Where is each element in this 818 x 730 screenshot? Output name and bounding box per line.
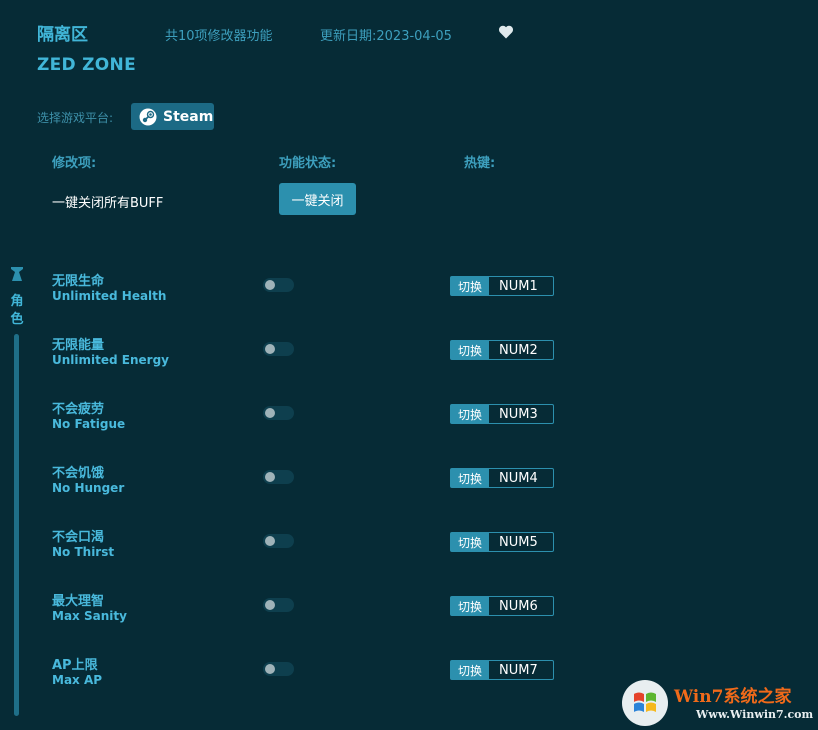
toggle-knob <box>265 600 275 610</box>
cheat-name-en: Max AP <box>52 673 103 687</box>
cheat-row: 不会饥饿 No Hunger 切换 NUM4 <box>0 462 818 502</box>
cheat-row: 最大理智 Max Sanity 切换 NUM6 <box>0 590 818 630</box>
cheat-toggle[interactable] <box>263 278 294 292</box>
cheat-row: 无限生命 Unlimited Health 切换 NUM1 <box>0 270 818 310</box>
cheat-name-en: No Thirst <box>52 545 115 559</box>
toggle-knob <box>265 280 275 290</box>
steam-button[interactable]: Steam <box>131 103 214 130</box>
toggle-knob <box>265 536 275 546</box>
hotkey-switch-button[interactable]: 切换 <box>451 661 489 679</box>
cheat-name-cn: 不会疲劳 <box>52 402 105 417</box>
hotkey-key: NUM3 <box>499 406 538 422</box>
column-header-status: 功能状态: <box>279 156 337 171</box>
cheat-name-cn: 不会口渴 <box>52 530 105 545</box>
hotkey-switch-button[interactable]: 切换 <box>451 341 489 359</box>
hotkey-switch-button[interactable]: 切换 <box>451 405 489 423</box>
cheat-name-cn: AP上限 <box>52 658 98 673</box>
feature-count: 共10项修改器功能 <box>165 29 273 44</box>
title-en: ZED ZONE <box>37 55 136 75</box>
cheat-name-en: No Hunger <box>52 481 125 495</box>
cheat-toggle[interactable] <box>263 534 294 548</box>
cheat-row: 不会口渴 No Thirst 切换 NUM5 <box>0 526 818 566</box>
cheat-name-en: Max Sanity <box>52 609 127 623</box>
toggle-knob <box>265 408 275 418</box>
steam-label: Steam <box>163 108 214 125</box>
toggle-knob <box>265 344 275 354</box>
cheat-name-cn: 最大理智 <box>52 594 105 609</box>
update-date: 更新日期:2023-04-05 <box>320 29 452 44</box>
hotkey-key: NUM2 <box>499 342 538 358</box>
cheat-name-cn: 无限生命 <box>52 274 105 289</box>
watermark-url: Www.Winwin7.com <box>696 708 814 721</box>
platform-label: 选择游戏平台: <box>37 111 114 125</box>
hotkey-box: 切换 NUM7 <box>450 660 554 680</box>
hotkey-key: NUM4 <box>499 470 538 486</box>
cheat-row: 不会疲劳 No Fatigue 切换 NUM3 <box>0 398 818 438</box>
hotkey-box: 切换 NUM3 <box>450 404 554 424</box>
toggle-knob <box>265 664 275 674</box>
steam-icon <box>139 108 157 125</box>
cheat-row: 无限能量 Unlimited Energy 切换 NUM2 <box>0 334 818 374</box>
cheat-toggle[interactable] <box>263 470 294 484</box>
hotkey-switch-button[interactable]: 切换 <box>451 469 489 487</box>
heart-icon[interactable] <box>498 24 514 40</box>
cheat-name-cn: 无限能量 <box>52 338 105 353</box>
title-cn: 隔离区 <box>37 25 88 45</box>
hotkey-key: NUM7 <box>499 662 538 678</box>
hotkey-box: 切换 NUM1 <box>450 276 554 296</box>
cheat-toggle[interactable] <box>263 342 294 356</box>
windows-logo-icon <box>622 680 668 726</box>
hotkey-box: 切换 NUM4 <box>450 468 554 488</box>
cheat-name-en: Unlimited Energy <box>52 353 169 367</box>
hotkey-key: NUM6 <box>499 598 538 614</box>
buff-label: 一键关闭所有BUFF <box>52 196 164 211</box>
watermark: Win7系统之家 Www.Winwin7.com <box>620 678 818 730</box>
cheat-name-en: No Fatigue <box>52 417 126 431</box>
hotkey-key: NUM1 <box>499 278 538 294</box>
cheat-toggle[interactable] <box>263 598 294 612</box>
cheat-name-cn: 不会饥饿 <box>52 466 105 481</box>
column-header-hotkey: 热键: <box>464 156 496 171</box>
hotkey-box: 切换 NUM6 <box>450 596 554 616</box>
hotkey-box: 切换 NUM2 <box>450 340 554 360</box>
hotkey-switch-button[interactable]: 切换 <box>451 533 489 551</box>
toggle-knob <box>265 472 275 482</box>
cheat-toggle[interactable] <box>263 662 294 676</box>
hotkey-switch-button[interactable]: 切换 <box>451 277 489 295</box>
close-all-buff-button[interactable]: 一键关闭 <box>279 183 356 215</box>
cheat-name-en: Unlimited Health <box>52 289 167 303</box>
hotkey-switch-button[interactable]: 切换 <box>451 597 489 615</box>
column-header-item: 修改项: <box>52 156 97 171</box>
hotkey-key: NUM5 <box>499 534 538 550</box>
watermark-title: Win7系统之家 <box>674 687 792 707</box>
hotkey-box: 切换 NUM5 <box>450 532 554 552</box>
cheat-toggle[interactable] <box>263 406 294 420</box>
